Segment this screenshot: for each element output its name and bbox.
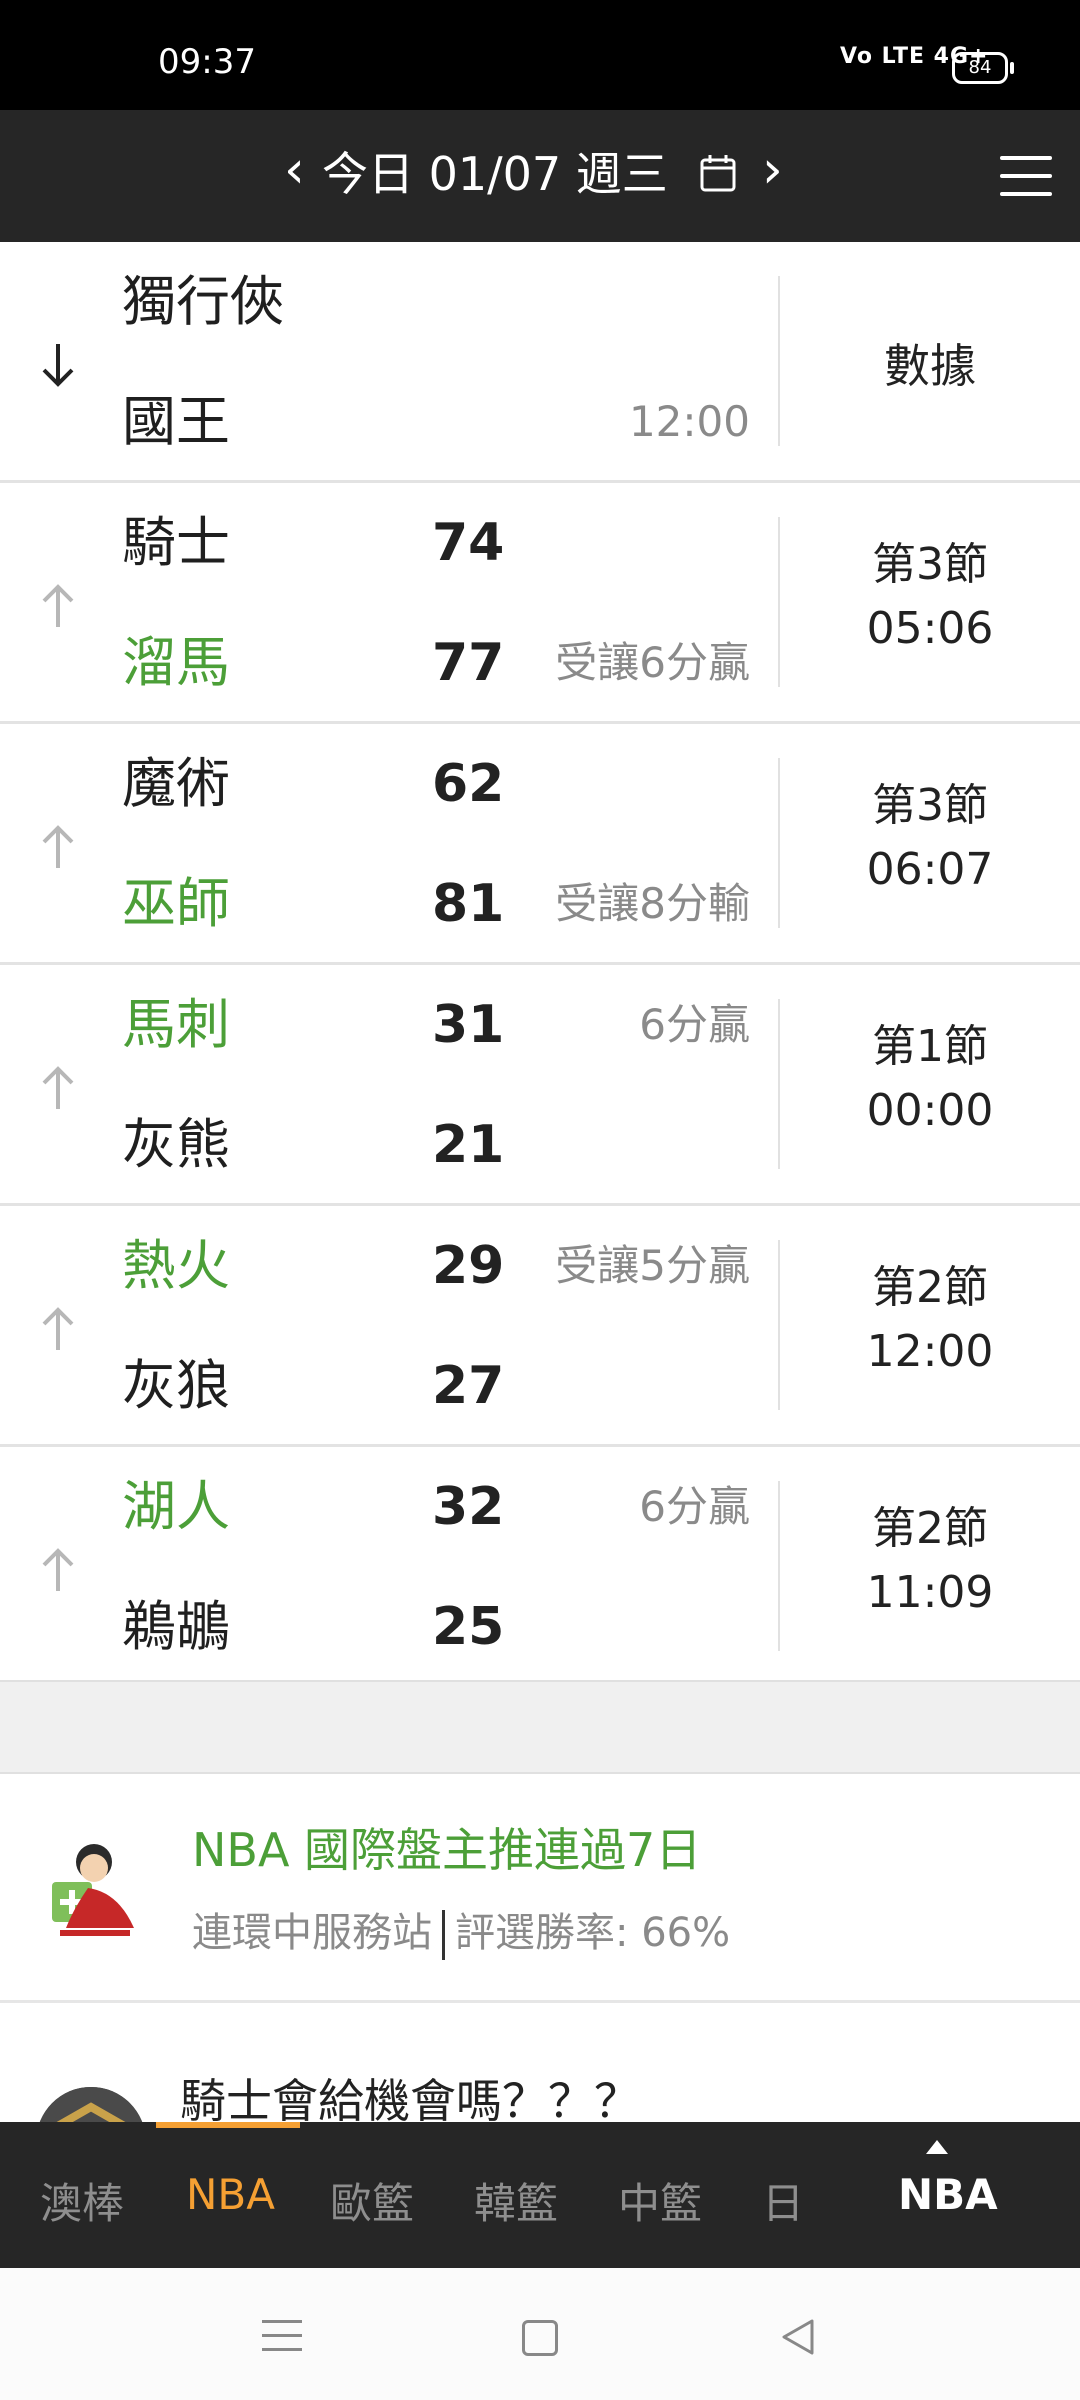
game-period: 第1節 [872,1021,988,1072]
tab-euro-basketball[interactable]: 歐籃 [330,2170,414,2231]
score-home: 32 [432,1477,505,1537]
team-away: 鵜鶘 [122,1595,230,1658]
status-time: 09:37 [158,42,256,82]
game-clock: 12:00 [866,1326,994,1377]
date-title[interactable]: 今日 01/07 週三 [322,146,668,202]
tab-korea-basketball[interactable]: 韓籃 [474,2170,558,2231]
status-bar: 09:37 Vo LTE 4G+ 84 [0,0,1080,110]
handicap-result: 6分贏 [639,1000,750,1049]
team-away: 灰熊 [122,1113,230,1176]
game-period: 第3節 [872,780,988,831]
active-tab-indicator [156,2122,300,2128]
recent-apps-icon[interactable] [262,2320,302,2354]
score-away: 25 [432,1597,505,1657]
arrow-up-icon[interactable] [38,581,78,631]
score-away: 77 [432,633,505,693]
stats-button[interactable]: 數據 [790,330,1070,396]
games-list: 獨行俠 國王 12:00 數據 騎士 溜馬 74 77 受讓6分贏 第3節 05:06 魔術 巫師 62 8… [0,242,1080,1688]
section-divider [0,1680,1080,1774]
chevron-right-icon[interactable]: › [762,140,783,200]
column-divider [778,276,780,446]
system-nav-bar [0,2268,1080,2400]
game-row[interactable]: 熱火灰狼 29 27 受讓5分贏 第2節 12:00 [0,1206,1080,1447]
score-home: 29 [432,1236,505,1296]
article-author: 連環中服務站 [192,1910,432,1956]
team-away: 國王 [122,390,230,453]
arrow-up-icon[interactable] [38,1063,78,1113]
game-status: 第3節 05:06 [790,533,1070,661]
score-home: 62 [432,754,505,814]
calendar-icon[interactable] [700,154,736,192]
meta-divider [442,1910,445,1960]
tab-china-basketball[interactable]: 中籃 [618,2170,702,2231]
league-selector[interactable]: NBA [898,2170,998,2219]
game-period: 第3節 [872,539,988,590]
game-period: 第2節 [872,1503,988,1554]
team-home: 獨行俠 [122,270,284,333]
battery-icon: 84 [952,52,1014,84]
tab-japan[interactable]: 日 [762,2170,804,2231]
score-away: 21 [432,1115,505,1175]
team-home: 湖人 [122,1475,230,1538]
team-home: 騎士 [122,511,230,574]
arrow-up-icon[interactable] [38,1304,78,1354]
score-away: 81 [432,874,505,934]
team-away: 灰狼 [122,1354,230,1417]
score-away: 27 [432,1356,505,1416]
game-status: 第3節 06:07 [790,774,1070,902]
arrow-up-icon[interactable] [38,1545,78,1595]
article-item[interactable]: 騎士會給機會嗎？？？ [0,2003,1080,2197]
game-row[interactable]: 騎士溜馬 74 77 受讓6分贏 第3節 05:06 [0,483,1080,724]
game-status: 第1節 00:00 [790,1015,1070,1143]
arrow-down-icon[interactable] [38,340,78,390]
team-home: 馬刺 [122,993,230,1056]
score-home: 31 [432,995,505,1055]
team-away: 巫師 [122,872,230,935]
home-icon[interactable] [522,2320,558,2356]
game-clock: 00:00 [866,1085,994,1136]
game-status: 第2節 11:09 [790,1497,1070,1625]
column-divider [778,1240,780,1410]
game-status: 第2節 12:00 [790,1256,1070,1384]
team-home: 魔術 [122,752,230,815]
tab-nba[interactable]: NBA [186,2170,275,2219]
chevron-left-icon[interactable]: ‹ [284,140,305,200]
article-win-rate: 評選勝率: 66% [455,1910,731,1956]
handicap-result: 受讓8分輸 [555,879,750,928]
back-icon[interactable] [780,2318,816,2356]
article-item[interactable]: NBA 國際盤主推連過7日 連環中服務站 評選勝率: 66% [0,1772,1080,2003]
handicap-result: 受讓6分贏 [555,638,750,687]
score-home: 74 [432,513,505,573]
game-clock: 11:09 [866,1567,994,1618]
column-divider [778,758,780,928]
arrow-up-icon[interactable] [38,822,78,872]
game-clock: 06:07 [866,844,994,895]
game-row[interactable]: 魔術巫師 62 81 受讓8分輸 第3節 06:07 [0,724,1080,965]
column-divider [778,517,780,687]
game-row[interactable]: 馬刺灰熊 31 21 6分贏 第1節 00:00 [0,965,1080,1206]
date-header: ‹ 今日 01/07 週三 › [0,110,1080,242]
article-thumbnail [38,1832,150,1944]
team-home: 熱火 [122,1234,230,1297]
expand-up-icon[interactable] [926,2140,948,2154]
game-row[interactable]: 湖人鵜鶘 32 25 6分贏 第2節 11:09 [0,1447,1080,1688]
handicap-result: 6分贏 [639,1482,750,1531]
game-period: 第2節 [872,1262,988,1313]
article-meta: 連環中服務站 評選勝率: 66% [192,1900,730,1960]
column-divider [778,999,780,1169]
league-tab-bar: 澳棒 NBA 歐籃 韓籃 中籃 日 NBA [0,2122,1080,2268]
article-title[interactable]: NBA 國際盤主推連過7日 [192,1814,701,1880]
game-clock: 05:06 [866,603,994,654]
column-divider [778,1481,780,1651]
start-time: 12:00 [628,397,750,446]
hamburger-menu-icon[interactable] [1000,156,1052,196]
team-away: 溜馬 [122,631,230,694]
game-row[interactable]: 獨行俠國王 12:00 數據 [0,242,1080,483]
handicap-result: 受讓5分贏 [555,1241,750,1290]
tab-aus-baseball[interactable]: 澳棒 [40,2170,124,2231]
